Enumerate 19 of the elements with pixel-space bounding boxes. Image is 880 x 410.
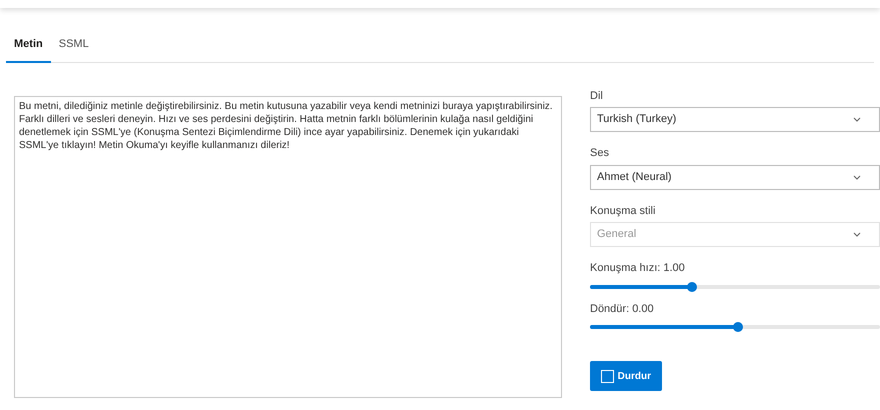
slider-thumb[interactable] [732, 322, 743, 332]
slider-label: Döndür: 0.00 [590, 302, 655, 316]
tab[interactable]: Metin [6, 36, 51, 62]
slider-track[interactable] [590, 325, 880, 329]
field-label: Ses [590, 146, 610, 161]
dropdown[interactable]: Turkish (Turkey) [590, 107, 880, 132]
tab[interactable]: SSML [50, 36, 97, 62]
field-label: Konuşma stili [590, 204, 656, 218]
square-icon [601, 370, 614, 382]
slider-thumb[interactable] [686, 282, 696, 292]
dropdown[interactable]: Ahmet (Neural) [590, 164, 880, 190]
slider-track[interactable] [590, 284, 880, 288]
chevron-down-icon [853, 232, 861, 237]
stop-button[interactable]: Durdur [590, 361, 662, 391]
field-label: Dil [590, 88, 604, 104]
chevron-down-icon [853, 174, 861, 180]
chevron-down-icon [853, 117, 861, 122]
text-input-field[interactable]: Bu metni, dilediğiniz metinle değiştirebilirsiniz. Bu metin kutusuna yazabilir veya kendi metninizi buraya yapıştırabilirsiniz. Farklı dilleri ve sesleri deneyin. Hızı ve ses perdesini değiştirin. Hatta metnin farklı bölümlerinin kulağa nasıl geldiğini denetlemek için SSML'ye (Konuşma Sentezi Biçimlendirme Dili) ince ayar yapabilirsiniz. Denemek için yukarıdaki SSML'ye tıklayın! Metin Okuma'yı keyifle kullanmanızı dileriz! [14, 96, 562, 398]
slider-label: Konuşma hızı: 1.00 [590, 261, 686, 276]
